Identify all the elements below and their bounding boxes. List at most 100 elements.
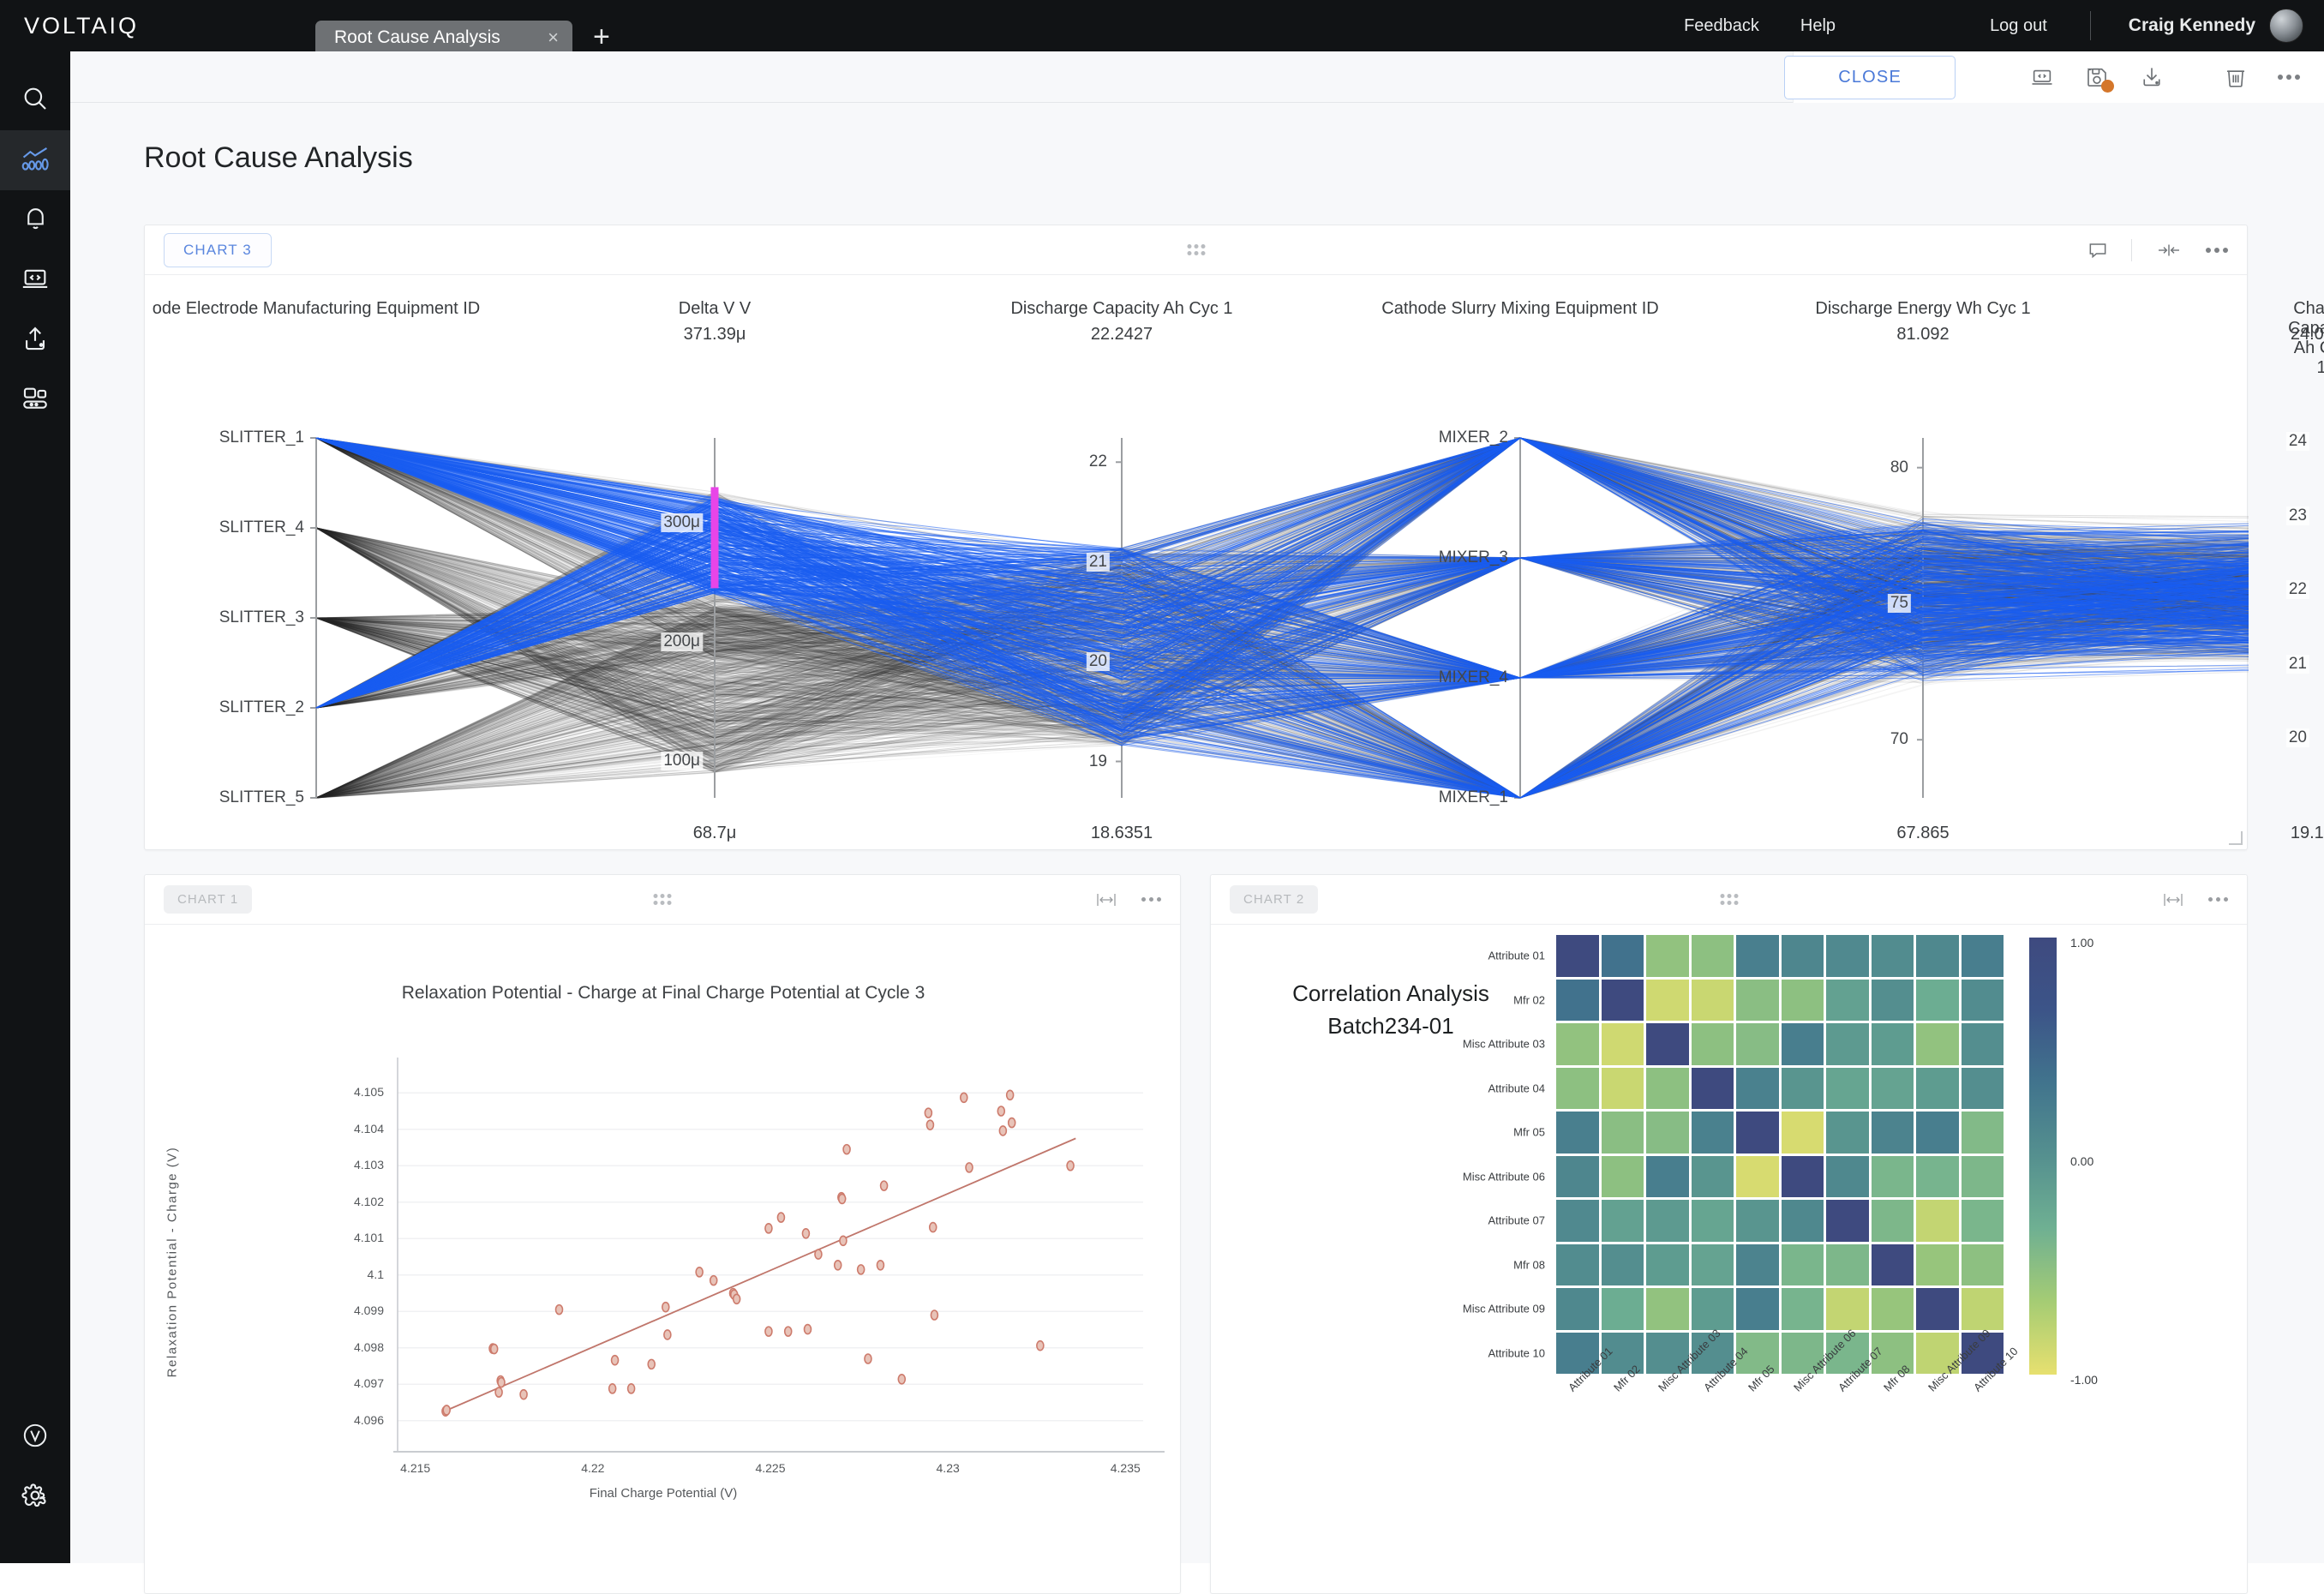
heatmap-cell[interactable] (1916, 979, 1959, 1021)
heatmap-cell[interactable] (1961, 935, 2004, 977)
heatmap-cell[interactable] (1781, 1067, 1824, 1109)
more-icon[interactable] (2208, 897, 2228, 902)
close-button[interactable]: CLOSE (1784, 55, 1956, 99)
heatmap-cell[interactable] (1736, 1023, 1779, 1065)
pc-brush-handle[interactable] (710, 487, 719, 589)
heatmap-cell[interactable] (1781, 935, 1824, 977)
expand-width-icon[interactable] (1095, 891, 1117, 908)
parallel-coordinates-chart[interactable]: ode Electrode Manufacturing Equipment ID… (145, 275, 2324, 849)
heatmap-cell[interactable] (1826, 979, 1869, 1021)
heatmap-cell[interactable] (1691, 1200, 1734, 1242)
heatmap-cell[interactable] (1556, 1200, 1599, 1242)
heatmap-cell[interactable] (1871, 1155, 1914, 1197)
heatmap-cell[interactable] (1556, 935, 1599, 977)
heatmap-cell[interactable] (1556, 1112, 1599, 1154)
heatmap-cell[interactable] (1781, 1288, 1824, 1330)
heatmap-cell[interactable] (1781, 1155, 1824, 1197)
heatmap-cell[interactable] (1871, 935, 1914, 977)
heatmap-cell[interactable] (1781, 1023, 1824, 1065)
heatmap-cell[interactable] (1961, 1067, 2004, 1109)
heatmap-cell[interactable] (1871, 1200, 1914, 1242)
heatmap-cell[interactable] (1781, 979, 1824, 1021)
heatmap-cell[interactable] (1646, 1200, 1689, 1242)
heatmap-cell[interactable] (1781, 1112, 1824, 1154)
heatmap-cell[interactable] (1826, 1243, 1869, 1285)
chart1-chip[interactable]: CHART 1 (164, 885, 253, 914)
heatmap-cell[interactable] (1736, 1155, 1779, 1197)
heatmap-cell[interactable] (1646, 1243, 1689, 1285)
help-link[interactable]: Help (1800, 16, 1836, 36)
heatmap-cell[interactable] (1646, 935, 1689, 977)
heatmap-cell[interactable] (1736, 1288, 1779, 1330)
heatmap-cell[interactable] (1601, 1288, 1644, 1330)
heatmap-cell[interactable] (1691, 1112, 1734, 1154)
heatmap-cell[interactable] (1556, 1243, 1599, 1285)
heatmap-cell[interactable] (1916, 935, 1959, 977)
sidebar-item-search[interactable] (0, 70, 70, 130)
heatmap-cell[interactable] (1601, 1112, 1644, 1154)
heatmap-cell[interactable] (1601, 1155, 1644, 1197)
save-icon[interactable] (2084, 64, 2114, 93)
sidebar-item-analytics[interactable] (0, 130, 70, 190)
logout-link[interactable]: Log out (1990, 16, 2047, 36)
heatmap-cell[interactable] (1826, 935, 1869, 977)
heatmap-cell[interactable] (1691, 1067, 1734, 1109)
sidebar-item-voltaiq[interactable] (0, 1407, 70, 1467)
sidebar-item-alerts[interactable] (0, 190, 70, 250)
heatmap-cell[interactable] (1871, 1243, 1914, 1285)
drag-handle-icon[interactable] (653, 894, 672, 905)
heatmap-cell[interactable] (1646, 979, 1689, 1021)
heatmap-cell[interactable] (1691, 1155, 1734, 1197)
expand-width-icon[interactable] (2162, 891, 2184, 908)
trash-icon[interactable] (2223, 64, 2249, 90)
more-icon[interactable] (2278, 75, 2300, 80)
heatmap-cell[interactable] (1826, 1112, 1869, 1154)
heatmap-chart[interactable]: Correlation Analysis Batch234-01 Attribu… (1211, 925, 2249, 1593)
heatmap-cell[interactable] (1601, 1067, 1644, 1109)
heatmap-cell[interactable] (1736, 1067, 1779, 1109)
heatmap-cell[interactable] (1556, 1155, 1599, 1197)
heatmap-cell[interactable] (1556, 1067, 1599, 1109)
heatmap-cell[interactable] (1871, 1023, 1914, 1065)
heatmap-cell[interactable] (1826, 1067, 1869, 1109)
comment-icon[interactable] (2087, 239, 2109, 261)
heatmap-cell[interactable] (1826, 1200, 1869, 1242)
user-name[interactable]: Craig Kennedy (2129, 15, 2255, 36)
heatmap-cell[interactable] (1646, 1155, 1689, 1197)
drag-handle-icon[interactable] (1720, 894, 1738, 905)
heatmap-cell[interactable] (1556, 979, 1599, 1021)
heatmap-cell[interactable] (1961, 1155, 2004, 1197)
more-icon[interactable] (2206, 247, 2228, 253)
heatmap-cell[interactable] (1601, 935, 1644, 977)
heatmap-cell[interactable] (1646, 1112, 1689, 1154)
heatmap-cell[interactable] (1961, 979, 2004, 1021)
heatmap-cell[interactable] (1646, 1023, 1689, 1065)
heatmap-cell[interactable] (1826, 1023, 1869, 1065)
heatmap-cell[interactable] (1961, 1243, 2004, 1285)
heatmap-cell[interactable] (1601, 1243, 1644, 1285)
collapse-icon[interactable] (2156, 239, 2182, 261)
heatmap-cell[interactable] (1691, 979, 1734, 1021)
heatmap-cell[interactable] (1916, 1288, 1959, 1330)
download-icon[interactable] (2139, 64, 2165, 90)
chart3-chip[interactable]: CHART 3 (164, 232, 272, 267)
heatmap-cell[interactable] (1736, 979, 1779, 1021)
heatmap-cell[interactable] (1646, 1288, 1689, 1330)
sidebar-item-devices[interactable] (0, 370, 70, 430)
heatmap-cell[interactable] (1556, 1023, 1599, 1065)
heatmap-cell[interactable] (1736, 935, 1779, 977)
scatter-chart[interactable]: Relaxation Potential - Charge at Final C… (145, 925, 1182, 1593)
heatmap-cell[interactable] (1736, 1243, 1779, 1285)
heatmap-cell[interactable] (1961, 1200, 2004, 1242)
heatmap-cell[interactable] (1916, 1112, 1959, 1154)
heatmap-cell[interactable] (1646, 1067, 1689, 1109)
heatmap-cell[interactable] (1826, 1155, 1869, 1197)
heatmap-cell[interactable] (1871, 1288, 1914, 1330)
heatmap-cell[interactable] (1691, 1288, 1734, 1330)
heatmap-cell[interactable] (1736, 1112, 1779, 1154)
heatmap-cell[interactable] (1961, 1288, 2004, 1330)
add-tab-icon[interactable]: + (593, 21, 610, 54)
heatmap-cell[interactable] (1871, 979, 1914, 1021)
heatmap-cell[interactable] (1826, 1288, 1869, 1330)
heatmap-cell[interactable] (1916, 1155, 1959, 1197)
